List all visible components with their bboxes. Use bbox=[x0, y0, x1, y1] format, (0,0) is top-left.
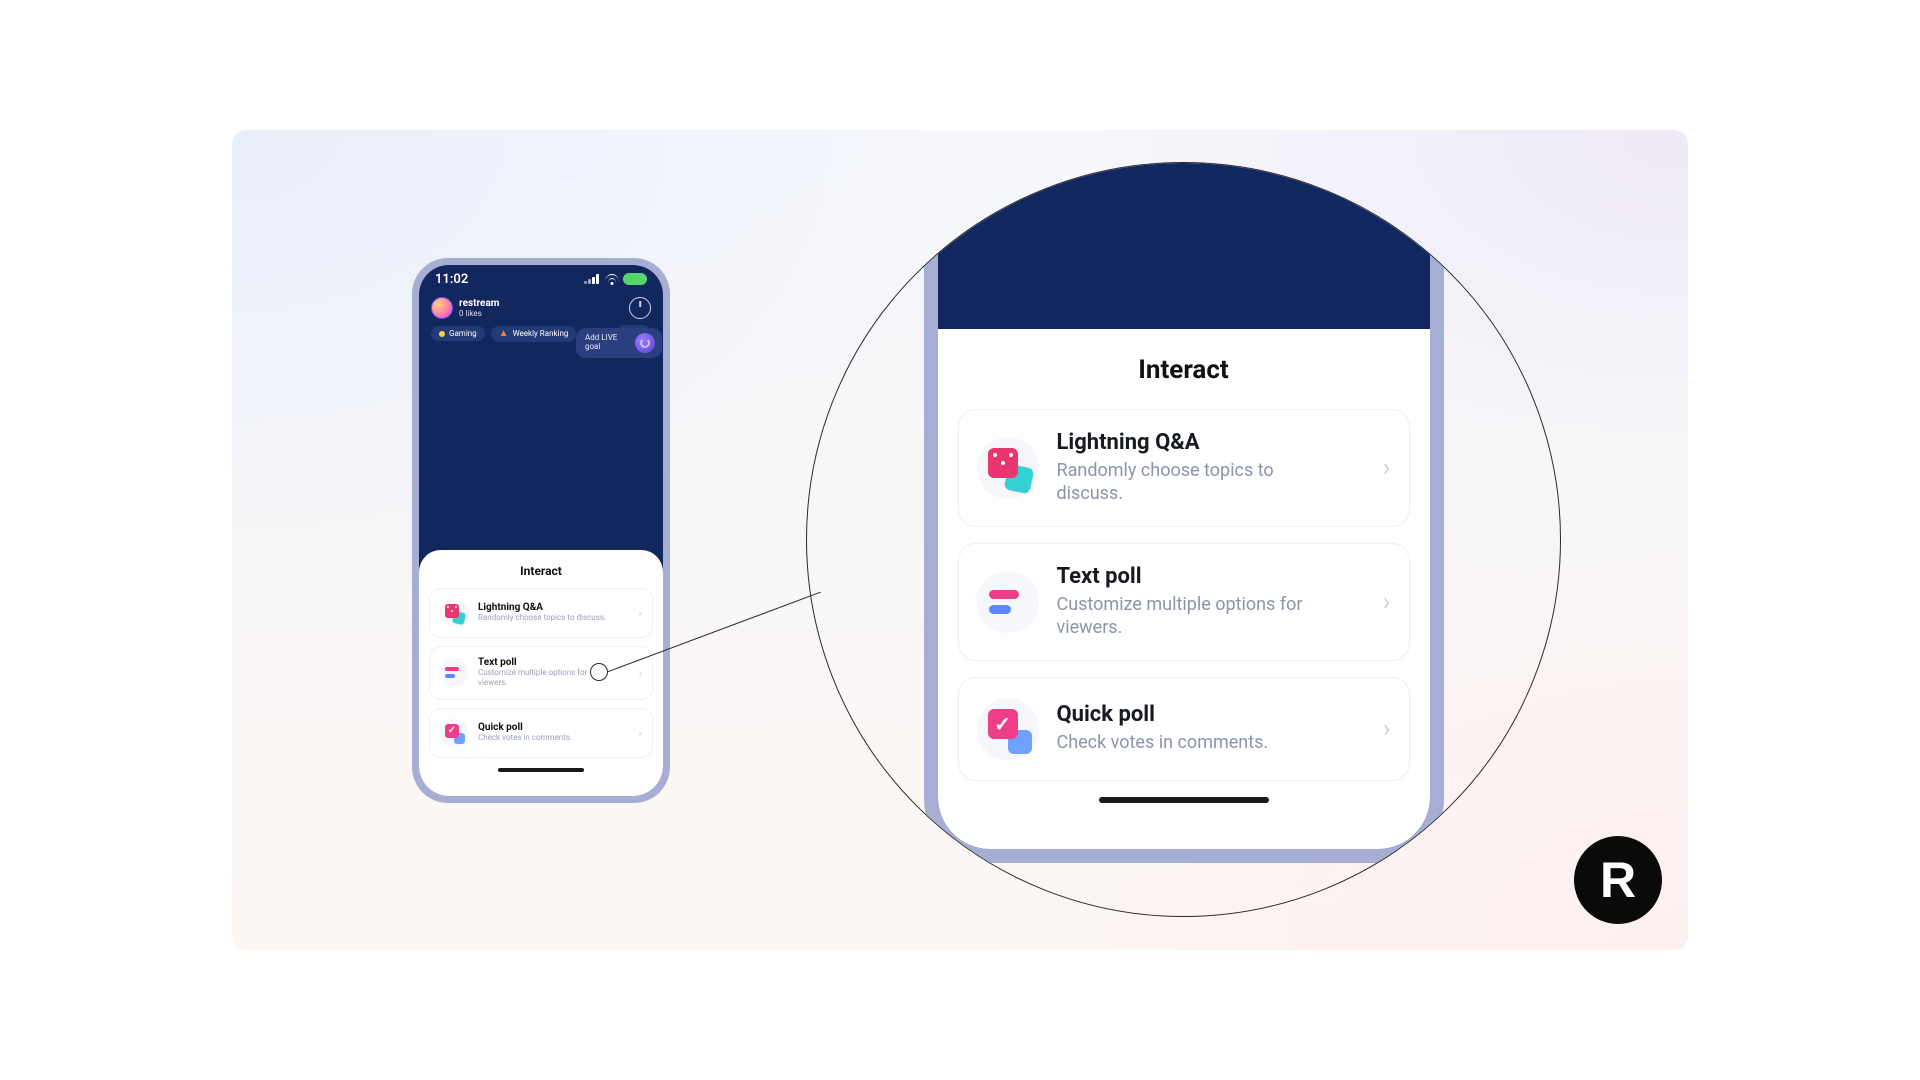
dice-icon bbox=[440, 599, 468, 627]
bars-icon bbox=[440, 659, 468, 687]
home-indicator bbox=[498, 768, 584, 772]
card-desc: Customize multiple options for viewers. bbox=[478, 668, 608, 689]
card-title: Lightning Q&A bbox=[478, 602, 606, 613]
tag-gaming-label: Gaming bbox=[449, 329, 477, 338]
profile-name: restream bbox=[459, 298, 499, 309]
tag-ranking[interactable]: ▲ Weekly Ranking bbox=[491, 326, 577, 342]
status-bar: 11:02 bbox=[419, 265, 663, 293]
dice-icon bbox=[977, 437, 1039, 499]
profile-likes: 0 likes bbox=[459, 309, 499, 318]
magnifier-sheet-title: Interact bbox=[958, 355, 1410, 385]
profile-row: restream 0 likes bbox=[419, 293, 663, 325]
card-title: Lightning Q&A bbox=[1057, 430, 1337, 455]
home-indicator bbox=[1099, 797, 1269, 803]
leader-line bbox=[607, 592, 821, 672]
goal-icon bbox=[635, 333, 655, 353]
card-desc: Customize multiple options for viewers. bbox=[1057, 593, 1337, 640]
phone-screen: 11:02 restream 0 likes bbox=[419, 265, 663, 796]
card-quick-poll[interactable]: ✓ Quick poll Check votes in comments. › bbox=[429, 708, 653, 758]
live-goal-pill[interactable]: Add LIVE goal bbox=[576, 328, 662, 358]
card-desc: Check votes in comments. bbox=[478, 733, 572, 743]
tag-gaming[interactable]: Gaming bbox=[431, 326, 485, 341]
power-icon[interactable] bbox=[629, 297, 651, 319]
card-desc: Randomly choose topics to discuss. bbox=[1057, 459, 1337, 506]
live-goal-label: Add LIVE goal bbox=[585, 334, 629, 352]
phone-frame: 11:02 restream 0 likes bbox=[412, 258, 670, 803]
status-right bbox=[584, 273, 647, 285]
mag-card-lightning-qa[interactable]: Lightning Q&A Randomly choose topics to … bbox=[958, 409, 1410, 527]
magnifier-phone-screen: Interact Lightning Q&A Randomly choose t… bbox=[938, 162, 1430, 849]
brand-badge: R bbox=[1574, 836, 1662, 924]
interact-sheet: Interact Lightning Q&A Randomly choose t… bbox=[419, 550, 663, 796]
magnifier-circle: Interact Lightning Q&A Randomly choose t… bbox=[806, 162, 1561, 917]
card-title: Text poll bbox=[1057, 564, 1337, 589]
card-title: Quick poll bbox=[478, 722, 572, 733]
flame-icon: ▲ bbox=[499, 329, 509, 339]
chevron-right-icon: › bbox=[1383, 714, 1391, 744]
avatar[interactable] bbox=[431, 297, 453, 319]
bars-icon bbox=[977, 571, 1039, 633]
card-desc: Randomly choose topics to discuss. bbox=[478, 613, 606, 623]
card-desc: Check votes in comments. bbox=[1057, 731, 1269, 754]
card-title: Quick poll bbox=[1057, 702, 1269, 727]
tag-ranking-label: Weekly Ranking bbox=[513, 329, 569, 338]
lens-marker bbox=[590, 663, 608, 681]
artboard: 11:02 restream 0 likes bbox=[232, 130, 1688, 950]
check-icon: ✓ bbox=[977, 698, 1039, 760]
chevron-right-icon: › bbox=[1383, 587, 1391, 617]
cellular-icon bbox=[584, 274, 600, 284]
chevron-right-icon: › bbox=[638, 726, 642, 740]
mag-card-quick-poll[interactable]: ✓ Quick poll Check votes in comments. › bbox=[958, 677, 1410, 781]
profile-text: restream 0 likes bbox=[459, 298, 499, 318]
gaming-dot-icon bbox=[439, 331, 445, 337]
magnifier-phone-frame: Interact Lightning Q&A Randomly choose t… bbox=[924, 162, 1444, 863]
mag-card-text-poll[interactable]: Text poll Customize multiple options for… bbox=[958, 543, 1410, 661]
card-title: Text poll bbox=[478, 657, 608, 668]
status-time: 11:02 bbox=[435, 272, 468, 287]
battery-icon bbox=[623, 273, 647, 285]
check-icon: ✓ bbox=[440, 719, 468, 747]
magnifier-sheet: Interact Lightning Q&A Randomly choose t… bbox=[938, 329, 1430, 849]
sheet-title: Interact bbox=[429, 564, 653, 578]
brand-letter: R bbox=[1600, 851, 1636, 909]
chevron-right-icon: › bbox=[1383, 453, 1391, 483]
wifi-icon bbox=[604, 274, 619, 285]
